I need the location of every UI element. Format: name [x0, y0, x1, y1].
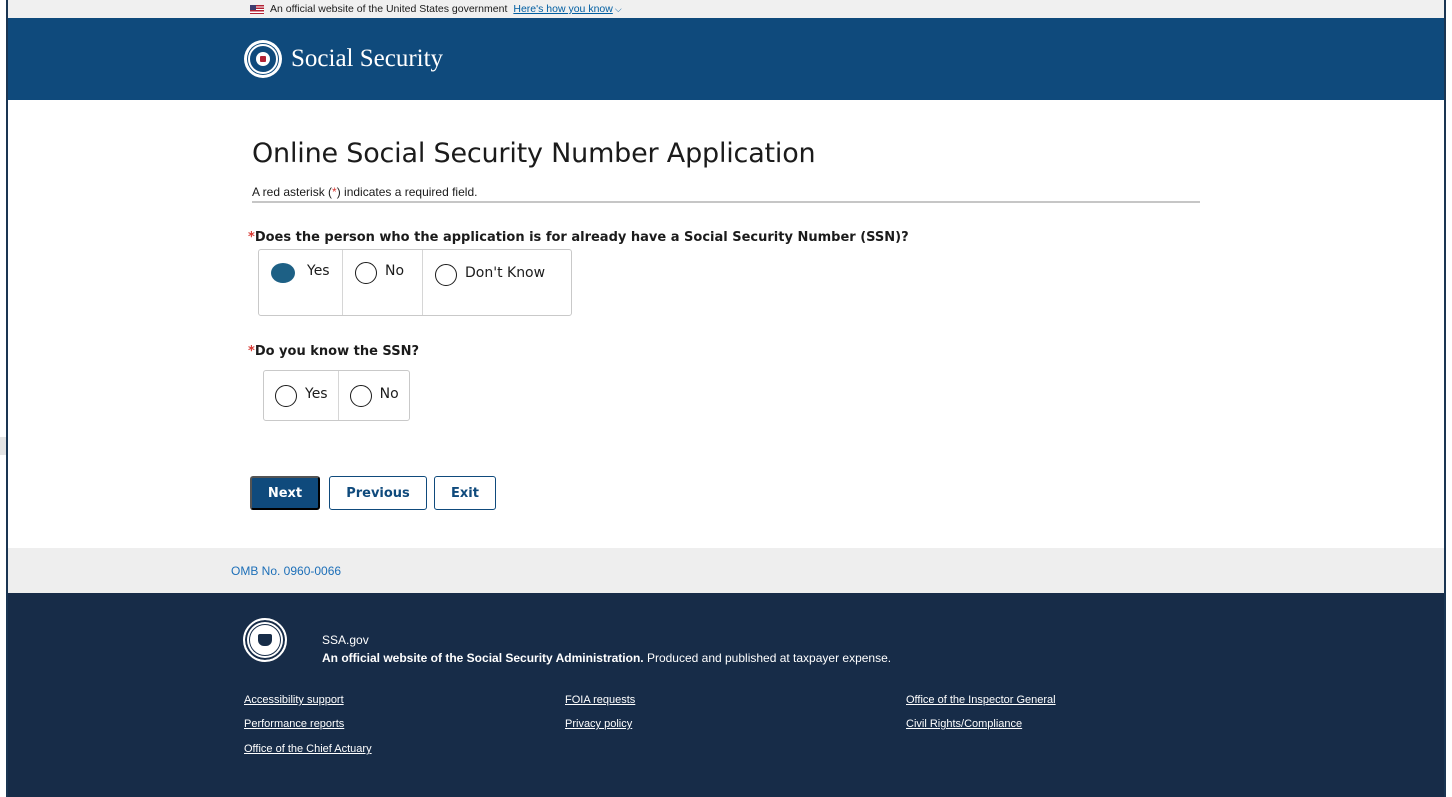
required-asterisk: * [248, 344, 255, 359]
heres-how-you-know-link[interactable]: Here's how you know [513, 3, 612, 15]
gov-banner: An official website of the United States… [8, 0, 1444, 18]
radio-know-ssn-yes[interactable]: Yes [264, 371, 339, 420]
question-text: Do you know the SSN? [254, 344, 419, 359]
radio-label: No [379, 386, 399, 402]
omb-number: OMB No. 0960-0066 [231, 563, 342, 578]
brand-title[interactable]: Social Security [291, 45, 443, 73]
radio-has-ssn-dont-know[interactable]: Don't Know [423, 250, 571, 315]
required-note-prefix: A red asterisk ( [252, 185, 333, 199]
performance-reports-link[interactable]: Performance reports [244, 718, 344, 730]
accessibility-support-link[interactable]: Accessibility support [244, 694, 344, 706]
question-know-ssn-label: *Do you know the SSN? [248, 344, 419, 359]
exit-button[interactable]: Exit [434, 476, 496, 510]
footer-tagline-bold: An official website of the Social Securi… [322, 651, 644, 665]
footer-tagline-rest: Produced and published at taxpayer expen… [643, 651, 892, 665]
chief-actuary-link[interactable]: Office of the Chief Actuary [244, 743, 372, 755]
omb-bar: OMB No. 0960-0066 [8, 548, 1444, 593]
required-note-suffix: ) indicates a required field. [336, 185, 478, 199]
site-footer: SSA.gov An official website of the Socia… [8, 593, 1444, 797]
radio-label: Yes [305, 386, 328, 402]
know-ssn-radio-group: Yes No [263, 370, 410, 421]
radio-label: Yes [307, 263, 330, 279]
required-note: A red asterisk (*) indicates a required … [252, 185, 477, 199]
radio-empty-icon[interactable] [355, 262, 377, 284]
privacy-policy-link[interactable]: Privacy policy [565, 718, 632, 730]
required-asterisk: * [248, 230, 255, 245]
radio-know-ssn-no[interactable]: No [339, 371, 409, 420]
radio-has-ssn-no[interactable]: No [343, 250, 423, 315]
previous-button[interactable]: Previous [329, 476, 427, 510]
ssa-seal-icon [243, 618, 287, 662]
footer-tagline: An official website of the Social Securi… [322, 651, 891, 665]
site-header: Social Security [8, 18, 1444, 100]
ssa-seal-icon[interactable] [244, 40, 282, 78]
gov-banner-text: An official website of the United States… [270, 3, 508, 15]
radio-empty-icon[interactable] [275, 385, 297, 407]
next-button[interactable]: Next [250, 476, 320, 510]
radio-empty-icon[interactable] [435, 264, 457, 286]
browser-frame: An official website of the United States… [6, 0, 1446, 797]
radio-has-ssn-yes[interactable]: Yes [259, 250, 343, 315]
main-content: Online Social Security Number Applicatio… [8, 100, 1444, 548]
footer-site-name: SSA.gov [322, 633, 369, 647]
foia-requests-link[interactable]: FOIA requests [565, 694, 635, 706]
civil-rights-link[interactable]: Civil Rights/Compliance [906, 718, 1022, 730]
question-has-ssn-label: *Does the person who the application is … [248, 230, 909, 245]
radio-selected-icon[interactable] [271, 263, 295, 283]
radio-label: Don't Know [465, 265, 546, 281]
radio-label: No [385, 263, 405, 279]
divider [252, 201, 1200, 203]
page-title: Online Social Security Number Applicatio… [252, 138, 816, 169]
chevron-down-icon[interactable]: ⌵ [615, 4, 622, 15]
question-text: Does the person who the application is f… [254, 230, 909, 245]
has-ssn-radio-group: Yes No Don't Know [258, 249, 572, 316]
us-flag-icon [250, 4, 264, 14]
radio-empty-icon[interactable] [349, 385, 372, 407]
inspector-general-link[interactable]: Office of the Inspector General [906, 694, 1056, 706]
